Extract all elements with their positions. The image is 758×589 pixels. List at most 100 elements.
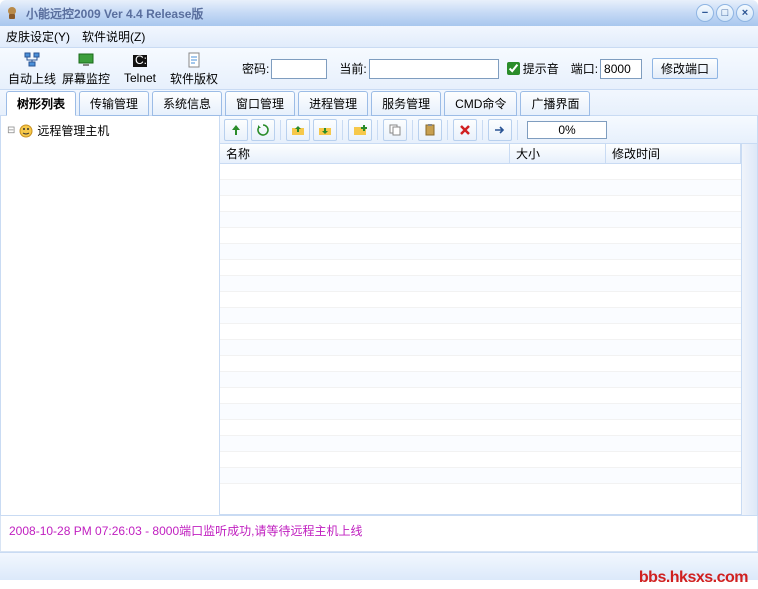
- delete-button[interactable]: [453, 119, 477, 141]
- tab-service[interactable]: 服务管理: [371, 91, 441, 116]
- app-icon: [4, 5, 20, 21]
- current-label: 当前:: [339, 60, 366, 77]
- menu-skin[interactable]: 皮肤设定(Y): [6, 28, 70, 45]
- copy-icon: [387, 122, 403, 138]
- auto-online-label: 自动上线: [8, 70, 56, 87]
- tree-panel: ⊟ 远程管理主机: [0, 116, 220, 516]
- tree-root-label: 远程管理主机: [37, 122, 109, 139]
- title-bar: 小能远控2009 Ver 4.4 Release版 − □ ×: [0, 0, 758, 26]
- telnet-label: Telnet: [124, 71, 156, 85]
- folder-plus-icon: [352, 122, 368, 138]
- menu-bar: 皮肤设定(Y) 软件说明(Z): [0, 26, 758, 48]
- tab-cmd[interactable]: CMD命令: [444, 91, 517, 116]
- copy-button[interactable]: [383, 119, 407, 141]
- refresh-icon: [255, 122, 271, 138]
- delete-icon: [457, 122, 473, 138]
- progress-text: 0%: [558, 123, 575, 137]
- tab-window[interactable]: 窗口管理: [225, 91, 295, 116]
- list-row[interactable]: [220, 468, 741, 484]
- file-list[interactable]: 名称 大小 修改时间: [220, 144, 741, 515]
- telnet-button[interactable]: C:\ Telnet: [114, 50, 166, 88]
- main-area: ⊟ 远程管理主机 0% 名称: [0, 116, 758, 516]
- arrow-right-icon: [492, 122, 508, 138]
- sound-checkbox-wrapper[interactable]: 提示音: [507, 60, 559, 77]
- download-button[interactable]: [313, 119, 337, 141]
- list-row[interactable]: [220, 388, 741, 404]
- list-row[interactable]: [220, 276, 741, 292]
- tab-broadcast[interactable]: 广播界面: [520, 91, 590, 116]
- password-label: 密码:: [242, 60, 269, 77]
- screen-monitor-label: 屏幕监控: [62, 70, 110, 87]
- window-controls: − □ ×: [696, 4, 754, 22]
- main-toolbar: 自动上线 屏幕监控 C:\ Telnet 软件版权 密码: 当前: 提示音 端口…: [0, 48, 758, 90]
- up-button[interactable]: [224, 119, 248, 141]
- change-port-button[interactable]: 修改端口: [652, 58, 718, 79]
- list-row[interactable]: [220, 228, 741, 244]
- tab-process[interactable]: 进程管理: [298, 91, 368, 116]
- monitor-icon: [77, 51, 95, 69]
- list-row[interactable]: [220, 436, 741, 452]
- current-input[interactable]: [369, 59, 499, 79]
- list-row[interactable]: [220, 212, 741, 228]
- svg-text:C:\: C:\: [135, 53, 149, 67]
- upload-button[interactable]: [286, 119, 310, 141]
- menu-about[interactable]: 软件说明(Z): [82, 28, 145, 45]
- folder-down-icon: [317, 122, 333, 138]
- list-body: [220, 164, 741, 484]
- tab-bar: 树形列表 传输管理 系统信息 窗口管理 进程管理 服务管理 CMD命令 广播界面: [0, 90, 758, 116]
- paste-button[interactable]: [418, 119, 442, 141]
- smiley-icon: [19, 124, 33, 138]
- close-button[interactable]: ×: [736, 4, 754, 22]
- screen-monitor-button[interactable]: 屏幕监控: [60, 50, 112, 88]
- status-text: 2008-10-28 PM 07:26:03 - 8000端口监听成功,请等待远…: [9, 524, 362, 538]
- list-row[interactable]: [220, 196, 741, 212]
- arrow-up-icon: [228, 122, 244, 138]
- sound-label: 提示音: [523, 60, 559, 77]
- file-panel: 0% 名称 大小 修改时间: [220, 116, 758, 516]
- file-toolbar: 0%: [220, 116, 757, 144]
- tree-root-node[interactable]: ⊟ 远程管理主机: [7, 122, 213, 139]
- run-button[interactable]: [488, 119, 512, 141]
- list-row[interactable]: [220, 356, 741, 372]
- document-icon: [185, 51, 203, 69]
- list-row[interactable]: [220, 452, 741, 468]
- list-row[interactable]: [220, 292, 741, 308]
- paste-icon: [422, 122, 438, 138]
- minimize-button[interactable]: −: [696, 4, 714, 22]
- col-mtime[interactable]: 修改时间: [606, 144, 741, 163]
- tab-transfer[interactable]: 传输管理: [79, 91, 149, 116]
- list-row[interactable]: [220, 260, 741, 276]
- copyright-button[interactable]: 软件版权: [168, 50, 220, 88]
- list-row[interactable]: [220, 308, 741, 324]
- network-icon: [23, 51, 41, 69]
- watermark: bbs.hksxs.com: [639, 569, 748, 587]
- list-row[interactable]: [220, 244, 741, 260]
- window-title: 小能远控2009 Ver 4.4 Release版: [26, 5, 696, 22]
- maximize-button[interactable]: □: [716, 4, 734, 22]
- copyright-label: 软件版权: [170, 70, 218, 87]
- terminal-icon: C:\: [131, 52, 149, 70]
- list-row[interactable]: [220, 180, 741, 196]
- password-input[interactable]: [271, 59, 327, 79]
- status-log: 2008-10-28 PM 07:26:03 - 8000端口监听成功,请等待远…: [0, 516, 758, 552]
- tree-expander-icon[interactable]: ⊟: [7, 125, 15, 136]
- col-name[interactable]: 名称: [220, 144, 510, 163]
- refresh-button[interactable]: [251, 119, 275, 141]
- list-row[interactable]: [220, 420, 741, 436]
- list-row[interactable]: [220, 372, 741, 388]
- progress-bar: 0%: [527, 121, 607, 139]
- list-row[interactable]: [220, 340, 741, 356]
- list-header: 名称 大小 修改时间: [220, 144, 741, 164]
- list-row[interactable]: [220, 404, 741, 420]
- tab-sysinfo[interactable]: 系统信息: [152, 91, 222, 116]
- scrollbar[interactable]: [741, 144, 757, 515]
- tab-tree[interactable]: 树形列表: [6, 91, 76, 116]
- folder-up-icon: [290, 122, 306, 138]
- list-row[interactable]: [220, 164, 741, 180]
- port-input[interactable]: [600, 59, 642, 79]
- auto-online-button[interactable]: 自动上线: [6, 50, 58, 88]
- col-size[interactable]: 大小: [510, 144, 606, 163]
- new-folder-button[interactable]: [348, 119, 372, 141]
- list-row[interactable]: [220, 324, 741, 340]
- sound-checkbox[interactable]: [507, 62, 520, 75]
